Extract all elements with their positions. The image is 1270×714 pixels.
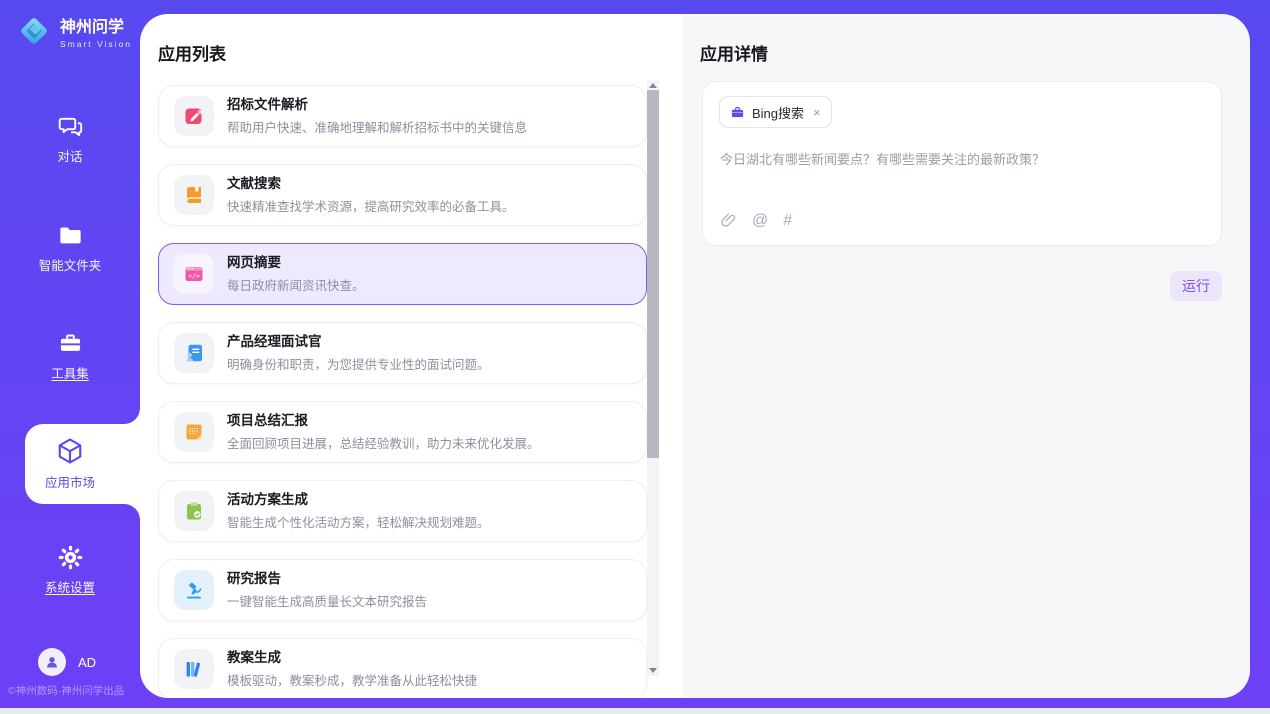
sidebar-item-smart-folder[interactable]: 智能文件夹 bbox=[0, 222, 140, 274]
tool-tag-label: Bing搜索 bbox=[752, 103, 804, 122]
browser-code-icon: </> bbox=[174, 254, 214, 294]
list-item-literature-search[interactable]: 文献搜索 快速精准查找学术资源，提高研究效率的必备工具。 bbox=[158, 164, 647, 226]
interview-doc-icon bbox=[174, 333, 214, 373]
toolbox-icon bbox=[0, 330, 140, 357]
app-name: 网页摘要 bbox=[227, 255, 365, 270]
app-description: 全面回顾项目进展，总结经验教训，助力未来优化发展。 bbox=[227, 433, 540, 452]
avatar bbox=[38, 648, 66, 676]
app-window: 神州问学 Smart Vision 对话 智能文件夹 bbox=[0, 0, 1270, 708]
brand-subtitle: Smart Vision bbox=[60, 39, 132, 49]
app-description: 一键智能生成高质量长文本研究报告 bbox=[227, 591, 427, 610]
list-item-event-plan[interactable]: 活动方案生成 智能生成个性化活动方案，轻松解决规划难题。 bbox=[158, 480, 647, 542]
list-item-research-report[interactable]: 研究报告 一键智能生成高质量长文本研究报告 bbox=[158, 559, 647, 621]
copyright-text: ©神州数码·神州问学出品 bbox=[8, 683, 142, 698]
scroll-up-arrow-icon[interactable] bbox=[649, 83, 657, 88]
books-icon bbox=[174, 649, 214, 689]
app-list: 招标文件解析 帮助用户快速、准确地理解和解析招标书中的关键信息 文献搜索 快速精… bbox=[158, 85, 647, 698]
scrollbar-thumb[interactable] bbox=[647, 90, 659, 458]
paperclip-icon[interactable] bbox=[720, 212, 737, 229]
query-input[interactable]: 今日湖北有哪些新闻要点？有哪些需要关注的最新政策？ bbox=[720, 150, 1201, 169]
mention-at-icon[interactable]: @ bbox=[752, 213, 768, 229]
app-list-panel: 应用列表 招标文件解析 帮助用户快速、准确地理解和解析招标书中的关键信息 bbox=[140, 14, 683, 698]
hash-icon[interactable]: # bbox=[783, 213, 792, 229]
sidebar-item-settings[interactable]: 系统设置 bbox=[0, 544, 140, 596]
list-item-lesson-plan[interactable]: 教案生成 模板驱动，教案秒成，教学准备从此轻松快捷 bbox=[158, 638, 647, 698]
sidebar-item-chat[interactable]: 对话 bbox=[0, 113, 140, 165]
sidebar-item-app-market[interactable]: 应用市场 bbox=[0, 436, 140, 491]
list-item-pm-interviewer[interactable]: 产品经理面试官 明确身份和职责，为您提供专业性的面试问题。 bbox=[158, 322, 647, 384]
app-name: 教案生成 bbox=[227, 650, 477, 665]
folder-icon bbox=[0, 222, 140, 249]
clipboard-check-icon bbox=[174, 491, 214, 531]
book-icon bbox=[174, 175, 214, 215]
app-description: 智能生成个性化活动方案，轻松解决规划难题。 bbox=[227, 512, 490, 531]
user-account[interactable]: AD bbox=[38, 648, 96, 676]
sidebar-item-label: 系统设置 bbox=[0, 577, 140, 596]
app-description: 每日政府新闻资讯快查。 bbox=[227, 275, 365, 294]
app-description: 快速精准查找学术资源，提高研究效率的必备工具。 bbox=[227, 196, 515, 215]
brand-name: 神州问学 bbox=[60, 19, 132, 37]
app-description: 明确身份和职责，为您提供专业性的面试问题。 bbox=[227, 354, 490, 373]
diamond-logo-icon bbox=[16, 13, 52, 54]
prompt-card: Bing搜索 × 今日湖北有哪些新闻要点？有哪些需要关注的最新政策？ @ # bbox=[702, 81, 1222, 246]
pen-square-icon bbox=[174, 96, 214, 136]
list-item-bid-analysis[interactable]: 招标文件解析 帮助用户快速、准确地理解和解析招标书中的关键信息 bbox=[158, 85, 647, 147]
app-name: 招标文件解析 bbox=[227, 97, 527, 112]
run-button[interactable]: 运行 bbox=[1170, 271, 1222, 301]
sidebar-item-toolset[interactable]: 工具集 bbox=[0, 330, 140, 382]
close-icon[interactable]: × bbox=[813, 105, 821, 120]
list-item-project-summary[interactable]: 项目总结汇报 全面回顾项目进展，总结经验教训，助力未来优化发展。 bbox=[158, 401, 647, 463]
cube-icon bbox=[0, 436, 140, 466]
app-detail-panel: 应用详情 Bing搜索 × 今日湖北有哪些新闻要点？有哪些需要关注的最新政策？ bbox=[683, 14, 1250, 698]
briefcase-icon bbox=[730, 105, 745, 120]
app-name: 活动方案生成 bbox=[227, 492, 490, 507]
user-name: AD bbox=[78, 655, 96, 670]
chat-icon bbox=[0, 113, 140, 140]
microscope-icon bbox=[174, 570, 214, 610]
list-scrollbar[interactable] bbox=[647, 80, 659, 676]
app-name: 研究报告 bbox=[227, 571, 427, 586]
svg-text:</>: </> bbox=[188, 272, 200, 280]
scroll-down-arrow-icon[interactable] bbox=[649, 668, 657, 673]
app-name: 文献搜索 bbox=[227, 176, 515, 191]
sidebar-item-label: 智能文件夹 bbox=[0, 255, 140, 274]
app-name: 项目总结汇报 bbox=[227, 413, 540, 428]
sidebar-item-label: 应用市场 bbox=[0, 472, 140, 491]
list-item-web-summary-selected[interactable]: </> 网页摘要 每日政府新闻资讯快查。 bbox=[158, 243, 647, 305]
brand-logo: 神州问学 Smart Vision bbox=[16, 13, 132, 54]
attachment-toolbar: @ # bbox=[720, 212, 792, 229]
active-tab-fillet-bottom bbox=[124, 504, 140, 520]
app-name: 产品经理面试官 bbox=[227, 334, 490, 349]
app-description: 模板驱动，教案秒成，教学准备从此轻松快捷 bbox=[227, 670, 477, 689]
app-list-title: 应用列表 bbox=[158, 40, 226, 65]
sidebar-item-label: 工具集 bbox=[0, 363, 140, 382]
sidebar-item-label: 对话 bbox=[0, 146, 140, 165]
app-detail-title: 应用详情 bbox=[700, 40, 768, 65]
gear-icon bbox=[0, 544, 140, 571]
tool-tag-bing-search[interactable]: Bing搜索 × bbox=[719, 96, 832, 128]
app-description: 帮助用户快速、准确地理解和解析招标书中的关键信息 bbox=[227, 117, 527, 136]
active-tab-fillet-top bbox=[124, 408, 140, 424]
sticky-note-icon bbox=[174, 412, 214, 452]
